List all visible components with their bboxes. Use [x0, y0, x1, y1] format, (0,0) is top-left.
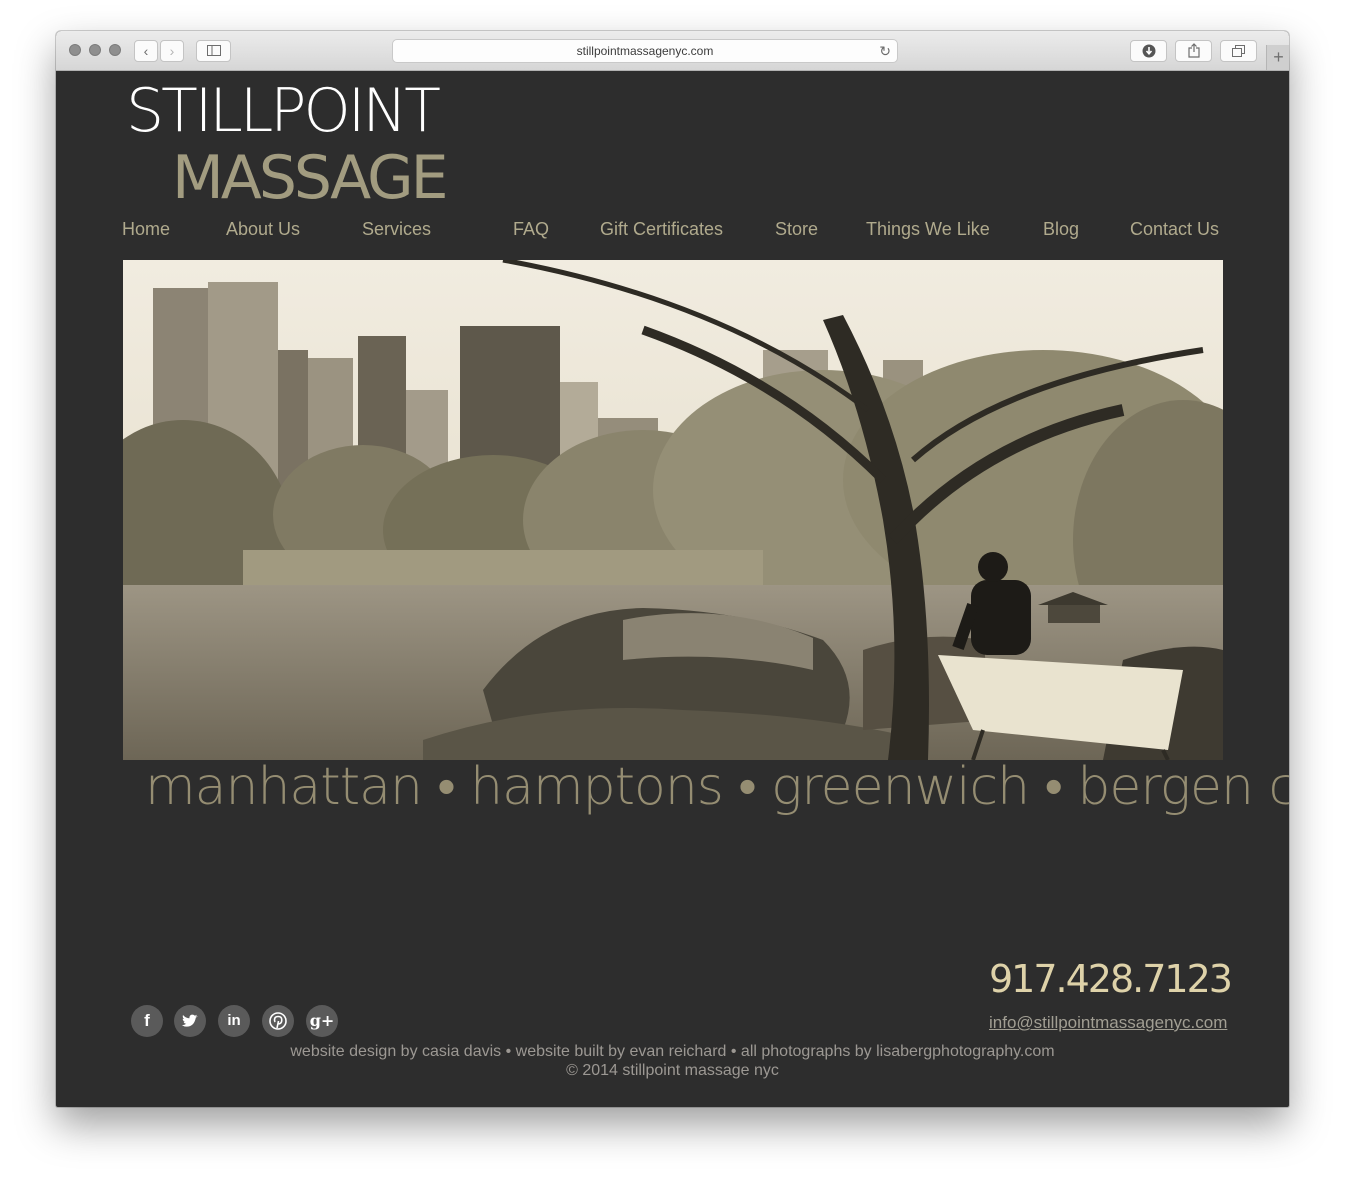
- tabs-overview-icon: [1232, 45, 1245, 57]
- pinterest-p-icon: [269, 1012, 287, 1030]
- hero-photo: [123, 260, 1223, 760]
- sidebar-button[interactable]: [196, 40, 231, 62]
- share-button[interactable]: [1175, 40, 1212, 62]
- linkedin-icon[interactable]: in: [218, 1005, 250, 1037]
- google-plus-icon-glyph: g+: [309, 1011, 335, 1030]
- footer-copyright: © 2014 stillpoint massage nyc: [566, 1062, 779, 1079]
- facebook-icon-glyph: f: [144, 1011, 150, 1030]
- browser-toolbar: ‹ › stillpointmassagenyc.com ↻ +: [56, 31, 1289, 71]
- email-link[interactable]: info@stillpointmassagenyc.com: [989, 1013, 1227, 1033]
- tabs-button[interactable]: [1220, 40, 1257, 62]
- address-bar-text: stillpointmassagenyc.com: [576, 44, 714, 58]
- twitter-icon[interactable]: [174, 1005, 206, 1037]
- minimize-window-button[interactable]: [89, 44, 101, 56]
- new-tab-button[interactable]: +: [1266, 45, 1289, 70]
- close-window-button[interactable]: [69, 44, 81, 56]
- share-icon: [1187, 43, 1200, 58]
- address-bar[interactable]: stillpointmassagenyc.com ↻: [392, 39, 898, 63]
- locations-tagline: manhattan • hamptons • greenwich • berge…: [145, 757, 1289, 817]
- google-plus-icon[interactable]: g+: [306, 1005, 338, 1037]
- nav-store[interactable]: Store: [775, 219, 818, 243]
- sidebar-icon: [206, 45, 221, 56]
- nav-services[interactable]: Services: [362, 219, 431, 243]
- download-icon: [1142, 44, 1155, 58]
- twitter-bird-icon: [181, 1014, 198, 1027]
- downloads-button[interactable]: [1130, 40, 1167, 62]
- facebook-icon[interactable]: f: [131, 1005, 163, 1037]
- nav-about-us[interactable]: About Us: [226, 219, 300, 243]
- reload-icon[interactable]: ↻: [879, 40, 891, 62]
- phone-number[interactable]: 917.428.7123: [989, 957, 1233, 1001]
- nav-things-we-like[interactable]: Things We Like: [866, 219, 990, 243]
- nav-contact-us[interactable]: Contact Us: [1130, 219, 1219, 243]
- plus-icon: +: [1273, 47, 1284, 67]
- nav-faq[interactable]: FAQ: [513, 219, 549, 243]
- browser-window: ‹ › stillpointmassagenyc.com ↻ + STILLPO…: [56, 31, 1289, 1107]
- logo-stillpoint[interactable]: STILLPOINT: [126, 81, 441, 141]
- back-button[interactable]: ‹: [134, 40, 158, 62]
- chevron-right-icon: ›: [169, 43, 175, 59]
- nav-home[interactable]: Home: [122, 219, 170, 243]
- forward-button[interactable]: ›: [160, 40, 184, 62]
- pinterest-icon[interactable]: [262, 1005, 294, 1037]
- logo-massage[interactable]: MASSAGE: [172, 148, 448, 208]
- chevron-left-icon: ‹: [143, 43, 149, 59]
- zoom-window-button[interactable]: [109, 44, 121, 56]
- linkedin-icon-glyph: in: [227, 1012, 241, 1029]
- nav-blog[interactable]: Blog: [1043, 219, 1079, 243]
- footer-credits: website design by casia davis • website …: [290, 1043, 1055, 1060]
- nav-gift-certificates[interactable]: Gift Certificates: [600, 219, 723, 243]
